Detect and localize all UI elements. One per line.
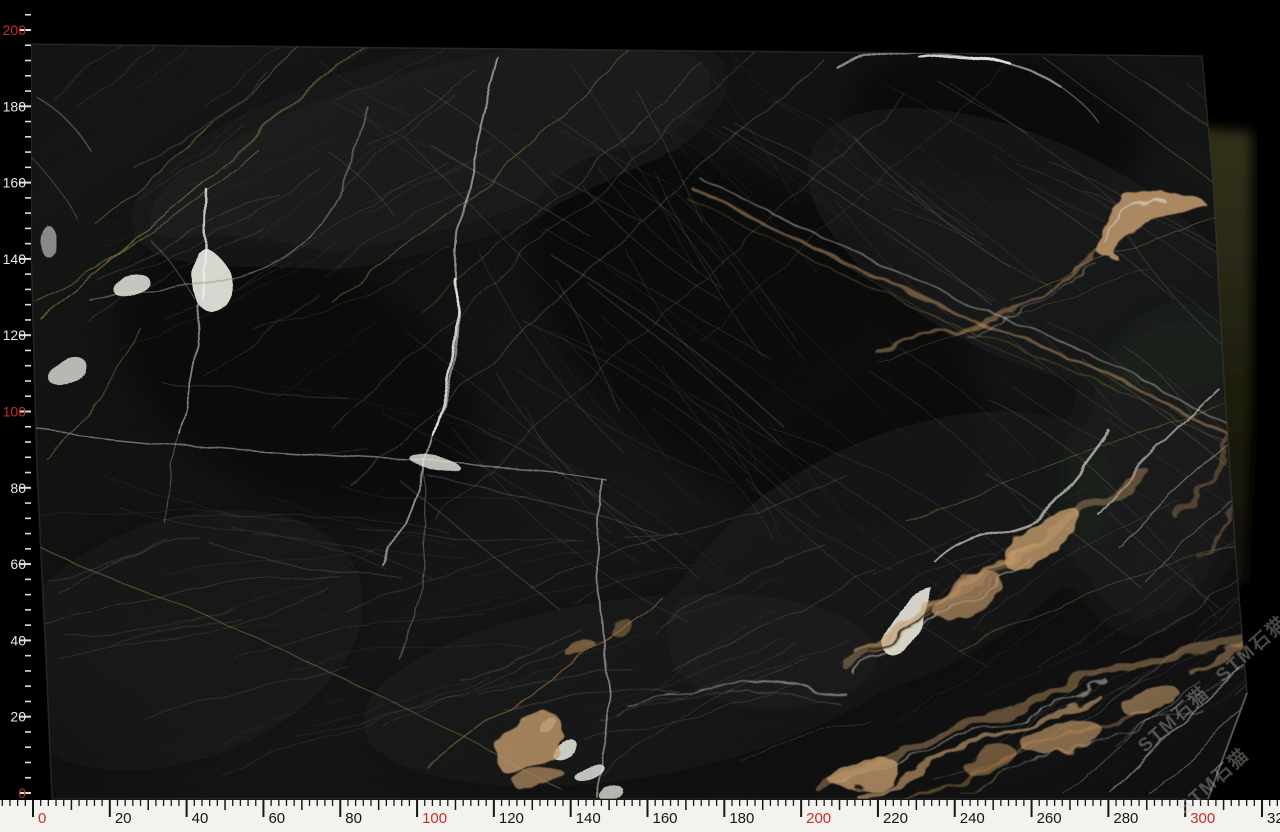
- ruler-bottom-label: 140: [576, 810, 601, 827]
- ruler-bottom-label: 300: [1190, 810, 1215, 827]
- vignette: [20, 35, 1260, 810]
- slab-photo: 200180160140120100806040200 020406080100…: [0, 0, 1280, 832]
- ruler-bottom-label: 320: [1267, 810, 1280, 827]
- ruler-bottom: 0 20 40 60 80 100 120 140 160 180 200 220 240 260 280 3…: [0, 800, 1280, 832]
- ruler-left-label: 140: [3, 251, 27, 267]
- ruler-left-label: 40: [10, 632, 26, 648]
- ruler-bottom-label: 80: [345, 810, 362, 827]
- ruler-bottom-label: 240: [960, 810, 985, 827]
- ruler-left-label: 0: [18, 785, 26, 801]
- slab-scan-viewport: 200180160140120100806040200 020406080100…: [0, 0, 1280, 832]
- ruler-left-label: 200: [3, 22, 27, 38]
- ruler-left-label: 160: [3, 175, 27, 191]
- ruler-bottom-label: 220: [883, 810, 908, 827]
- ruler-bottom-label: 160: [653, 810, 678, 827]
- ruler-left: 200180160140120100806040200: [0, 0, 31, 801]
- ruler-left-label: 180: [3, 98, 27, 114]
- ruler-bottom-label: 100: [422, 810, 447, 827]
- ruler-bottom-label: 0: [38, 810, 46, 827]
- ruler-bottom-label: 180: [729, 810, 754, 827]
- ruler-left-label: 20: [10, 709, 26, 725]
- ruler-bottom-label: 280: [1113, 810, 1138, 827]
- ruler-left-label: 100: [3, 404, 27, 420]
- ruler-bottom-label: 260: [1037, 810, 1062, 827]
- ruler-bottom-label: 20: [115, 810, 132, 827]
- ruler-left-label: 60: [10, 556, 26, 572]
- ruler-left-label: 120: [3, 327, 27, 343]
- ruler-left-label: 80: [10, 480, 26, 496]
- ruler-bottom-label: 200: [806, 810, 831, 827]
- ruler-bottom-label: 60: [268, 810, 285, 827]
- ruler-bottom-label: 120: [499, 810, 524, 827]
- slab-texture: [0, 0, 1280, 818]
- ruler-bottom-label: 40: [192, 810, 209, 827]
